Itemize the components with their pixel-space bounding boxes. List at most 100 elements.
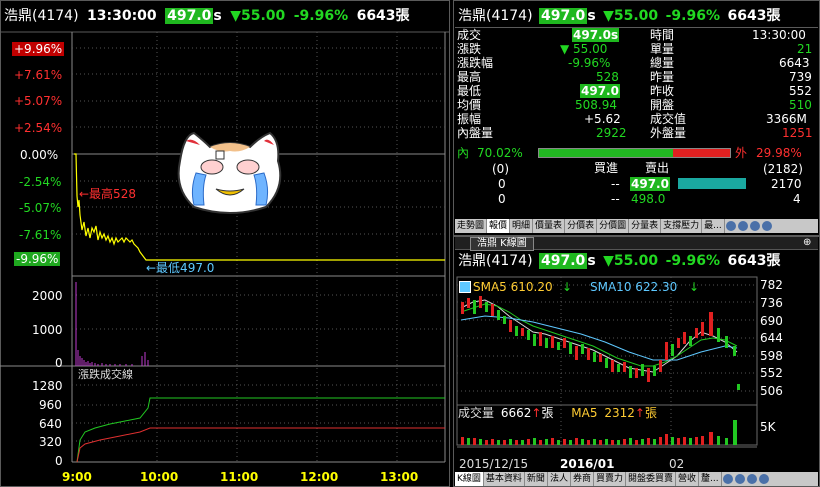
- tab-more-2[interactable]: 釐...: [699, 472, 722, 486]
- value-high: 528: [596, 70, 619, 84]
- outer-ratio-value: 29.98%: [756, 146, 802, 160]
- tab-trend[interactable]: 走勢圖: [455, 219, 488, 233]
- label-prev-volume: 昨量: [650, 70, 675, 84]
- tick-down-2: -5.07%: [19, 201, 62, 215]
- sma10-label: SMA10 622.30: [590, 280, 678, 294]
- nav-next-icon[interactable]: [749, 221, 760, 231]
- x-tick-1000: 10:00: [140, 470, 179, 484]
- cum-outer-line: [76, 397, 445, 463]
- nav-last-icon[interactable]: [761, 221, 772, 231]
- kline-change-pct: -9.96%: [665, 253, 721, 269]
- tab-quote[interactable]: 報價: [487, 219, 511, 233]
- label-trade: 成交: [457, 28, 482, 42]
- kline-volume-bars: [461, 420, 737, 445]
- tick-down-3: -7.61%: [19, 228, 62, 242]
- label-low: 最低: [457, 84, 482, 98]
- label-inner-volume: 內盤量: [457, 126, 494, 140]
- label-prev-close: 昨收: [650, 84, 675, 98]
- tab-basic-info[interactable]: 基本資料: [484, 472, 525, 486]
- label-amplitude: 振幅: [457, 112, 482, 126]
- x-tick-1300: 13:00: [380, 470, 419, 484]
- kline-vol-tick-5k: 5K: [760, 420, 776, 434]
- sma5-arrow: ↓: [562, 280, 573, 294]
- value-total-volume: 6643: [779, 56, 810, 70]
- tab-institutional[interactable]: 法人: [548, 472, 571, 486]
- book-ask-qty-2: 4: [793, 192, 801, 206]
- quote-stock-name: 浩鼎(4174): [458, 8, 533, 24]
- kline-date-2: 2016/01: [560, 457, 615, 471]
- label-avg: 均價: [457, 98, 482, 112]
- tab-price-chart[interactable]: 分價圖: [597, 219, 630, 233]
- value-change: ▼ 55.00: [560, 42, 608, 56]
- sma10-arrow: ↓: [689, 280, 700, 294]
- tick-up-4: +2.54%: [14, 121, 63, 135]
- tab-news[interactable]: 新聞: [525, 472, 548, 486]
- tab-revenue[interactable]: 營收: [676, 472, 700, 486]
- tab-kline[interactable]: K線圖: [455, 472, 484, 486]
- kline-volume-legend: 成交量 6662↑張 MA5 2312↑張: [458, 406, 657, 420]
- value-low: 497.0: [580, 84, 620, 98]
- tab-order-book[interactable]: 閱盤委買賣: [626, 472, 676, 486]
- tab-detail[interactable]: 明細: [510, 219, 534, 233]
- label-total-volume: 總量: [650, 56, 675, 70]
- tick-zero: 0.00%: [20, 148, 59, 162]
- kline-tick-736: 736: [760, 296, 783, 310]
- tab-brokers[interactable]: 券商: [571, 472, 594, 486]
- nav-prev-icon-2[interactable]: [734, 474, 745, 484]
- tab-volume-table[interactable]: 分量表: [629, 219, 662, 233]
- x-tick-1100: 11:00: [220, 470, 259, 484]
- nav-prev-icon[interactable]: [737, 221, 748, 231]
- tab-price-table[interactable]: 分價表: [565, 219, 598, 233]
- kline-date-1: 2015/12/15: [459, 457, 529, 471]
- tab-buy-sell-power[interactable]: 買賣力: [594, 472, 626, 486]
- label-high: 最高: [457, 70, 482, 84]
- ma5-up-arrow: ↑: [634, 406, 645, 420]
- label-change: 漲跌: [457, 42, 482, 56]
- cum-tick-960: 960: [39, 398, 62, 412]
- kline-price-suffix: s: [587, 253, 596, 269]
- kline-tick-552: 552: [760, 366, 783, 380]
- cum-volume-label: 漲跌成交線: [78, 368, 133, 381]
- kline-tick-644: 644: [760, 331, 783, 345]
- kline-zoom-icon[interactable]: ⊕: [803, 237, 811, 249]
- value-prev-close: 552: [789, 84, 812, 98]
- book-ask-bar-1: [678, 178, 746, 189]
- tick-limit-down: -9.96%: [14, 252, 61, 266]
- book-bid-header: 買進: [594, 161, 619, 175]
- intraday-chart[interactable]: [0, 0, 450, 487]
- value-tick-volume: 21: [797, 42, 813, 56]
- cum-tick-0: 0: [55, 454, 63, 468]
- kline-tick-782: 782: [760, 278, 783, 292]
- quote-last-price: 497.0: [539, 8, 588, 24]
- kline-title-tab[interactable]: 浩鼎 K線圖: [470, 237, 534, 251]
- x-tick-0900: 9:00: [62, 470, 92, 484]
- tick-down-1: -2.54%: [19, 175, 62, 189]
- vol-tick-2000: 2000: [32, 289, 63, 303]
- book-ask-price-2: 498.0: [631, 192, 666, 206]
- ma5-unit: 張: [644, 406, 657, 420]
- kline-legend-toggle[interactable]: [459, 281, 471, 293]
- tab-more[interactable]: 最...: [702, 219, 725, 233]
- value-inner-volume: 2922: [596, 126, 627, 140]
- nav-first-icon-2[interactable]: [722, 474, 733, 484]
- vol-up-arrow: ↑: [531, 406, 542, 420]
- kline-tab-bar: K線圖 基本資料 新聞 法人 券商 買賣力 閱盤委買賣 營收 釐...: [455, 472, 818, 486]
- crying-cat-sticker: [177, 131, 282, 214]
- book-bid-price-1: --: [611, 177, 620, 191]
- nav-first-icon[interactable]: [725, 221, 736, 231]
- kline-date-3: 02: [669, 457, 685, 471]
- inner-outer-ratio-bar: [538, 148, 731, 158]
- value-change-pct: -9.96%: [568, 56, 611, 70]
- quote-total-volume: 6643張: [727, 8, 781, 24]
- tab-price-volume[interactable]: 價量表: [533, 219, 566, 233]
- nav-next-icon-2[interactable]: [746, 474, 757, 484]
- high-annotation: ←最高528: [79, 187, 136, 201]
- nav-last-icon-2[interactable]: [758, 474, 769, 484]
- tab-support[interactable]: 支撐壓力: [661, 219, 703, 233]
- value-amplitude: +5.62: [584, 112, 621, 126]
- kline-total-volume: 6643張: [727, 253, 781, 269]
- value-turnover: 3366M: [766, 112, 807, 126]
- label-open: 開盤: [650, 98, 675, 112]
- book-ask-price-1: 497.0: [630, 177, 670, 191]
- quote-change-pct: -9.96%: [665, 8, 721, 24]
